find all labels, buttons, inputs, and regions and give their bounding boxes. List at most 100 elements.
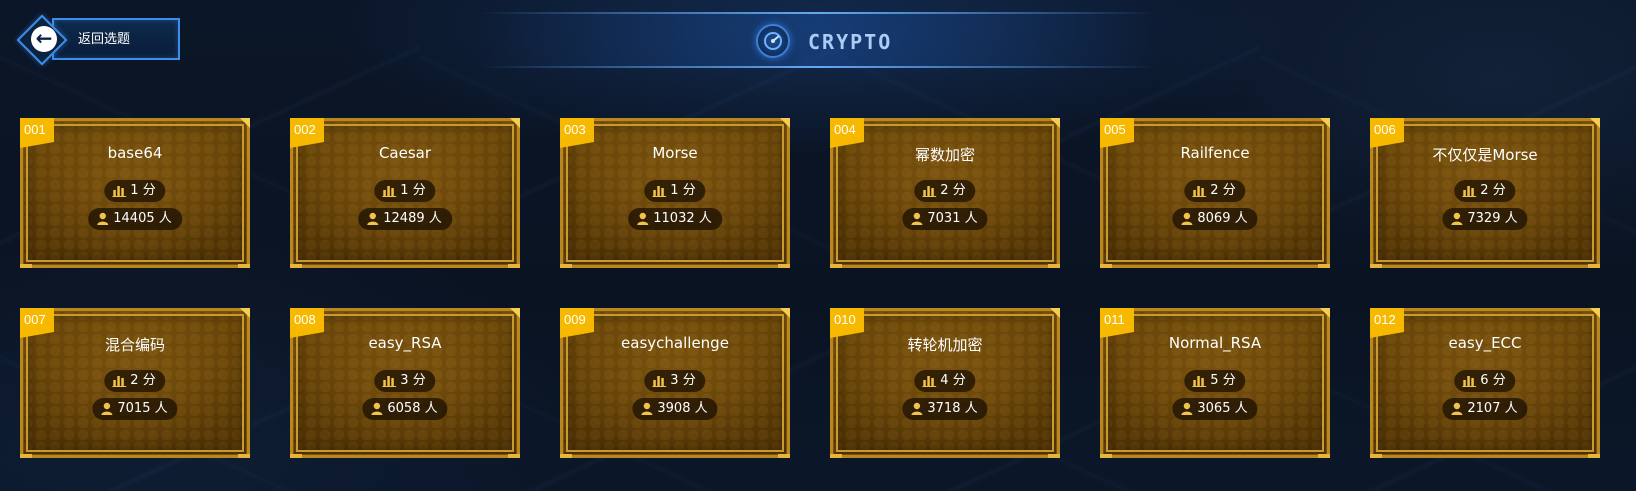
page-title: CRYPTO bbox=[808, 30, 893, 54]
user-icon bbox=[1450, 401, 1463, 423]
solvers-count: 3065 人 bbox=[1197, 401, 1248, 416]
card-corner-accent bbox=[240, 118, 250, 128]
challenge-card[interactable]: 004 幂数加密 2 分 7031 人 bbox=[830, 118, 1060, 268]
bar-chart-icon bbox=[652, 183, 667, 205]
card-corner-accent bbox=[510, 118, 520, 128]
solvers-count: 7031 人 bbox=[927, 211, 978, 226]
bar-chart-icon bbox=[1192, 373, 1207, 395]
card-corner-accent bbox=[508, 264, 520, 268]
score-badge: 1 分 bbox=[374, 180, 436, 202]
gauge-icon bbox=[756, 24, 790, 58]
card-corner-accent bbox=[560, 264, 572, 268]
challenge-number-tag: 001 bbox=[20, 118, 54, 148]
challenge-number-tag: 007 bbox=[20, 308, 54, 338]
challenge-card[interactable]: 001 base64 1 分 14405 人 bbox=[20, 118, 250, 268]
challenge-card[interactable]: 003 Morse 1 分 11032 人 bbox=[560, 118, 790, 268]
score-value: 3 分 bbox=[670, 373, 696, 388]
challenge-card[interactable]: 005 Railfence 2 分 8069 人 bbox=[1100, 118, 1330, 268]
page-root: ← 返回选题 CRYPTO 001 base64 1 分 14405 人 002 Caes… bbox=[0, 0, 1636, 491]
bar-chart-icon bbox=[382, 373, 397, 395]
solvers-badge: 3065 人 bbox=[1172, 398, 1258, 420]
challenge-card[interactable]: 011 Normal_RSA 5 分 3065 人 bbox=[1100, 308, 1330, 458]
title-divider-bottom bbox=[480, 66, 1156, 68]
challenge-number-tag: 012 bbox=[1370, 308, 1404, 338]
user-icon bbox=[100, 401, 113, 423]
bar-chart-icon bbox=[112, 373, 127, 395]
card-corner-accent bbox=[560, 454, 572, 458]
challenge-title: Morse bbox=[652, 144, 698, 162]
score-value: 4 分 bbox=[940, 373, 966, 388]
challenge-card[interactable]: 002 Caesar 1 分 12489 人 bbox=[290, 118, 520, 268]
card-corner-accent bbox=[778, 454, 790, 458]
card-corner-accent bbox=[1100, 454, 1112, 458]
user-icon bbox=[96, 211, 109, 233]
score-badge: 5 分 bbox=[1184, 370, 1246, 395]
challenge-number-tag: 009 bbox=[560, 308, 594, 338]
card-corner-accent bbox=[1590, 118, 1600, 128]
solvers-badge: 2107 人 bbox=[1442, 398, 1528, 423]
card-corner-accent bbox=[238, 264, 250, 268]
left-arrow-icon: ← bbox=[31, 26, 57, 52]
challenge-title: easychallenge bbox=[621, 334, 729, 352]
solvers-count: 12489 人 bbox=[383, 211, 442, 226]
solvers-badge: 12489 人 bbox=[358, 208, 452, 230]
challenge-title: 混合编码 bbox=[104, 336, 165, 354]
card-corner-accent bbox=[20, 264, 32, 268]
challenge-card[interactable]: 006 不仅仅是Morse 2 分 7329 人 bbox=[1370, 118, 1600, 268]
challenge-number-tag: 002 bbox=[290, 118, 324, 148]
score-badge: 2 分 bbox=[104, 370, 166, 395]
solvers-count: 11032 人 bbox=[653, 211, 712, 226]
card-corner-accent bbox=[780, 118, 790, 128]
challenge-number-tag: 010 bbox=[830, 308, 864, 338]
card-corner-accent bbox=[1320, 308, 1330, 318]
solvers-count: 8069 人 bbox=[1197, 211, 1248, 226]
score-value: 2 分 bbox=[940, 183, 966, 198]
back-button[interactable]: ← 返回选题 bbox=[16, 14, 180, 66]
challenge-number-tag: 005 bbox=[1100, 118, 1134, 148]
challenge-card[interactable]: 010 转轮机加密 4 分 3718 人 bbox=[830, 308, 1060, 458]
score-badge: 3 分 bbox=[644, 370, 706, 392]
card-corner-accent bbox=[20, 454, 32, 458]
score-badge: 4 分 bbox=[914, 370, 976, 392]
score-badge: 2 分 bbox=[1184, 180, 1246, 202]
card-corner-accent bbox=[1048, 454, 1060, 458]
solvers-badge: 3908 人 bbox=[632, 398, 718, 420]
solvers-count: 2107 人 bbox=[1467, 401, 1518, 416]
challenge-card[interactable]: 012 easy_ECC 6 分 2107 人 bbox=[1370, 308, 1600, 458]
card-corner-accent bbox=[1590, 308, 1600, 318]
card-corner-accent bbox=[1588, 454, 1600, 458]
solvers-badge: 11032 人 bbox=[628, 208, 722, 230]
card-corner-accent bbox=[830, 264, 842, 268]
back-button-label: 返回选题 bbox=[78, 32, 131, 47]
card-corner-accent bbox=[508, 454, 520, 458]
card-corner-accent bbox=[1370, 454, 1382, 458]
user-icon bbox=[910, 401, 923, 423]
card-corner-accent bbox=[1050, 118, 1060, 128]
card-corner-accent bbox=[1318, 454, 1330, 458]
score-value: 1 分 bbox=[400, 183, 426, 198]
challenge-card[interactable]: 009 easychallenge 3 分 3908 人 bbox=[560, 308, 790, 458]
challenge-title: 不仅仅是Morse bbox=[1432, 146, 1538, 164]
user-icon bbox=[910, 211, 923, 233]
solvers-badge: 8069 人 bbox=[1172, 208, 1258, 230]
score-value: 1 分 bbox=[130, 183, 156, 198]
score-badge: 2 分 bbox=[914, 180, 976, 202]
challenge-card[interactable]: 008 easy_RSA 3 分 6058 人 bbox=[290, 308, 520, 458]
card-corner-accent bbox=[1318, 264, 1330, 268]
solvers-count: 3718 人 bbox=[927, 401, 978, 416]
solvers-badge: 7329 人 bbox=[1442, 208, 1528, 230]
card-corner-accent bbox=[238, 454, 250, 458]
challenge-title: base64 bbox=[107, 144, 163, 162]
bar-chart-icon bbox=[1462, 183, 1477, 205]
score-value: 5 分 bbox=[1210, 373, 1236, 388]
challenge-number-tag: 006 bbox=[1370, 118, 1404, 148]
card-corner-accent bbox=[1370, 264, 1382, 268]
solvers-count: 6058 人 bbox=[387, 401, 438, 416]
challenge-title: 转轮机加密 bbox=[907, 336, 983, 354]
bar-chart-icon bbox=[1462, 373, 1477, 395]
challenge-card[interactable]: 007 混合编码 2 分 7015 人 bbox=[20, 308, 250, 458]
title-divider-top bbox=[480, 12, 1156, 14]
challenge-number-tag: 011 bbox=[1100, 308, 1134, 338]
solvers-count: 7015 人 bbox=[117, 401, 168, 416]
solvers-count: 3908 人 bbox=[657, 401, 708, 416]
